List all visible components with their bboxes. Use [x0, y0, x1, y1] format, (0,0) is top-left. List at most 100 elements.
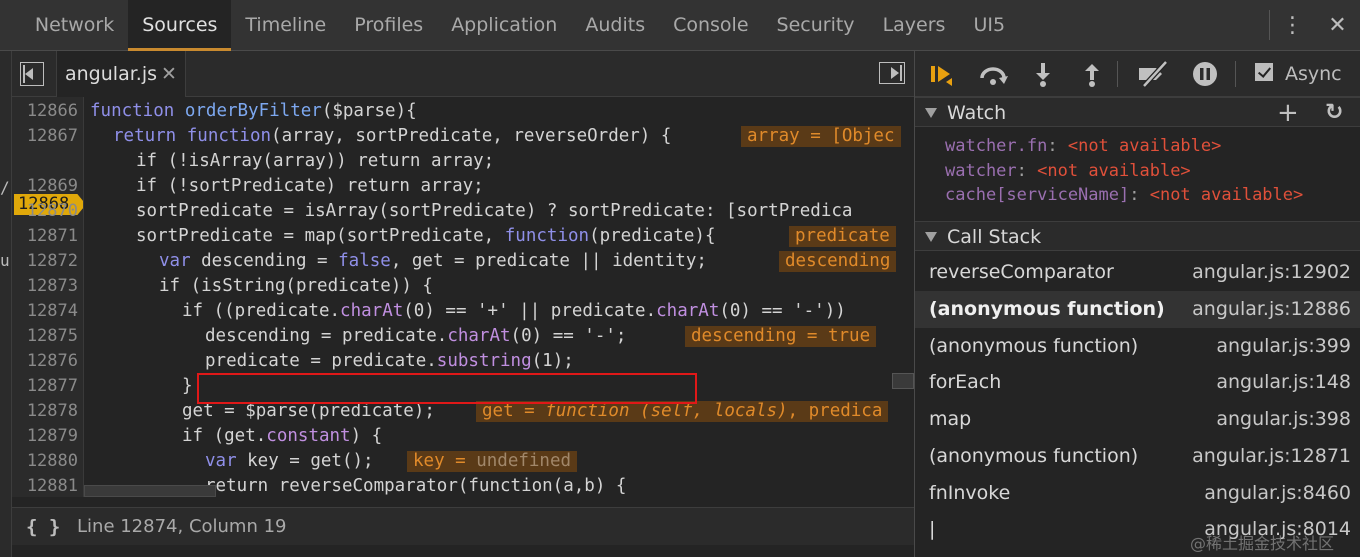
call-stack-section-header[interactable]: Call Stack — [915, 221, 1360, 251]
code-line[interactable]: } — [182, 374, 193, 399]
line-number[interactable]: 12878 — [12, 399, 78, 424]
code-line[interactable]: function orderByFilter($parse){ — [90, 99, 417, 124]
code-area[interactable]: function orderByFilter($parse){ return f… — [90, 97, 914, 497]
watch-expression[interactable]: watcher: <not available> — [945, 159, 1191, 183]
tab-network[interactable]: Network — [21, 0, 128, 51]
line-number[interactable]: 12881 — [12, 474, 78, 497]
code-line[interactable]: if (get.constant) { — [182, 424, 382, 449]
call-frame[interactable]: forEach angular.js:148 — [915, 364, 1360, 401]
horizontal-scrollbar-thumb[interactable] — [84, 485, 216, 497]
inline-value: descending — [779, 251, 897, 272]
vertical-scrollbar-thumb[interactable] — [892, 373, 914, 389]
tab-console[interactable]: Console — [659, 0, 762, 51]
line-number[interactable]: 12867 — [12, 124, 78, 149]
tab-ui5[interactable]: UI5 — [959, 0, 1019, 51]
inline-value: descending = true — [685, 326, 877, 347]
step-into-icon[interactable] — [1023, 51, 1063, 97]
call-frame-name: reverseComparator — [929, 261, 1114, 283]
line-number[interactable]: 12870 — [12, 199, 78, 224]
divider — [1235, 61, 1236, 87]
tab-layers[interactable]: Layers — [869, 0, 960, 51]
code-line[interactable]: if ((predicate.charAt(0) == '+' || predi… — [182, 299, 846, 324]
watch-expression[interactable]: watcher.fn: <not available> — [945, 134, 1221, 158]
code-line[interactable]: var key = get(); — [205, 449, 374, 474]
refresh-icon[interactable]: ↻ — [1325, 98, 1343, 128]
line-number[interactable]: 12875 — [12, 324, 78, 349]
call-frame-location[interactable]: angular.js:8460 — [1204, 475, 1351, 512]
pretty-print-button[interactable]: { } — [26, 508, 60, 546]
horizontal-scrollbar[interactable] — [84, 485, 892, 499]
code-line[interactable]: if (isString(predicate)) { — [159, 274, 433, 299]
code-line[interactable]: sortPredicate = isArray(sortPredicate) ?… — [136, 199, 852, 224]
call-frame-name: fnInvoke — [929, 482, 1011, 504]
add-expression-icon[interactable]: + — [1277, 98, 1299, 128]
code-line[interactable]: var descending = false, get = predicate … — [159, 249, 707, 274]
step-out-icon[interactable] — [1072, 51, 1112, 97]
line-number-gutter[interactable]: 12866 12867 12868 12869 12870 12871 1287… — [12, 97, 84, 497]
watch-section-header[interactable]: Watch + ↻ — [915, 97, 1360, 128]
code-line[interactable]: if (!sortPredicate) return array; — [136, 174, 484, 199]
tab-sources[interactable]: Sources — [128, 0, 232, 51]
code-line[interactable]: predicate = predicate.substring(1); — [205, 349, 574, 374]
deactivate-breakpoints-icon[interactable] — [1133, 51, 1173, 97]
line-number[interactable]: 12872 — [12, 249, 78, 274]
file-tab-label: angular.js — [65, 63, 157, 85]
line-number[interactable]: 12869 — [12, 174, 78, 199]
tab-security[interactable]: Security — [763, 0, 869, 51]
divider — [1117, 61, 1118, 87]
toggle-debugger-icon[interactable] — [879, 62, 905, 84]
cursor-position: Line 12874, Column 19 — [77, 516, 287, 537]
async-checkbox[interactable] — [1255, 63, 1273, 81]
call-frame-name: (anonymous function) — [929, 445, 1139, 467]
watch-expression[interactable]: cache[serviceName]: <not available> — [945, 183, 1303, 207]
call-frame-name: forEach — [929, 371, 1002, 393]
line-number[interactable]: 12874 — [12, 299, 78, 324]
line-number[interactable]: 12879 — [12, 424, 78, 449]
async-label: Async — [1285, 63, 1342, 85]
code-line[interactable]: sortPredicate = map(sortPredicate, funct… — [136, 224, 716, 249]
call-frame-name: map — [929, 408, 972, 430]
call-frame-location[interactable]: angular.js:12871 — [1192, 438, 1351, 475]
code-line[interactable]: descending = predicate.charAt(0) == '-'; — [205, 324, 626, 349]
close-icon[interactable]: ✕ — [161, 51, 177, 97]
call-frame-selected[interactable]: (anonymous function) angular.js:12886 — [915, 291, 1360, 328]
line-number[interactable]: 12877 — [12, 374, 78, 399]
call-frame-location[interactable]: angular.js:399 — [1216, 328, 1351, 365]
line-number[interactable]: 12871 — [12, 224, 78, 249]
line-number[interactable]: 12873 — [12, 274, 78, 299]
code-line[interactable]: return function(array, sortPredicate, re… — [113, 124, 671, 149]
close-icon[interactable]: ✕ — [1315, 0, 1360, 51]
editor-status-bar: { } Line 12874, Column 19 — [12, 507, 914, 545]
step-over-icon[interactable] — [973, 51, 1013, 97]
line-number[interactable]: 12880 — [12, 449, 78, 474]
tab-timeline[interactable]: Timeline — [231, 0, 340, 51]
toggle-navigator-icon[interactable] — [20, 62, 44, 86]
tab-profiles[interactable]: Profiles — [340, 0, 437, 51]
call-frame[interactable]: (anonymous function) angular.js:399 — [915, 328, 1360, 365]
call-frame[interactable]: reverseComparator angular.js:12902 — [915, 254, 1360, 291]
call-frame-location[interactable]: angular.js:12886 — [1192, 291, 1351, 328]
tab-application[interactable]: Application — [437, 0, 571, 51]
line-number[interactable]: 12866 — [12, 99, 78, 124]
resume-icon[interactable] — [923, 51, 963, 97]
tab-audits[interactable]: Audits — [571, 0, 659, 51]
pause-on-exceptions-icon[interactable] — [1185, 51, 1225, 97]
inline-value: array = [Objec — [741, 126, 901, 147]
line-number[interactable]: 12876 — [12, 349, 78, 374]
navigator-fragment: / — [0, 178, 10, 197]
source-editor: angular.js ✕ 12866 12867 12868 12869 128… — [12, 51, 914, 557]
call-frame-location[interactable]: angular.js:398 — [1216, 401, 1351, 438]
more-options-icon[interactable]: ⋮ — [1270, 0, 1315, 51]
call-frame-location[interactable]: angular.js:148 — [1216, 364, 1351, 401]
call-frame-location[interactable]: angular.js:12902 — [1192, 254, 1351, 291]
navigator-fragment: u — [0, 251, 10, 270]
file-tab[interactable]: angular.js ✕ — [56, 51, 186, 97]
tab-elements-partial[interactable]: s — [0, 0, 21, 51]
call-frame[interactable]: map angular.js:398 — [915, 401, 1360, 438]
collapse-triangle-icon[interactable] — [925, 108, 937, 118]
call-frame[interactable]: (anonymous function) angular.js:12871 — [915, 438, 1360, 475]
navigator-edge: / u — [0, 51, 12, 557]
collapse-triangle-icon[interactable] — [925, 232, 937, 242]
code-line[interactable]: if (!isArray(array)) return array; — [136, 149, 494, 174]
call-frame[interactable]: fnInvoke angular.js:8460 — [915, 475, 1360, 512]
